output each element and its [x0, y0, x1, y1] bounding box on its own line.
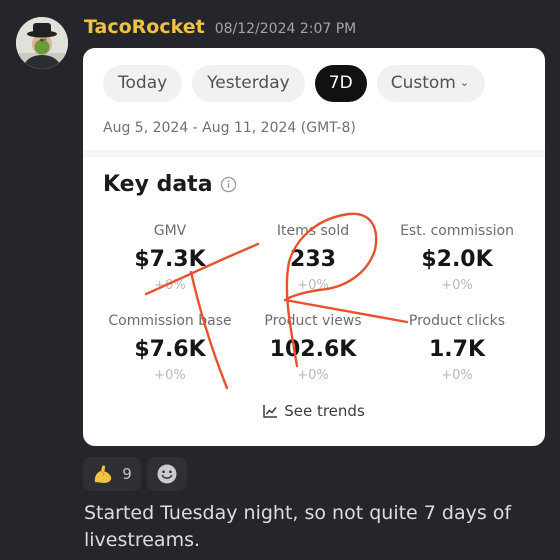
section-divider	[83, 150, 545, 157]
avatar[interactable]	[16, 17, 68, 69]
reaction-count: 9	[122, 465, 132, 483]
metric-items-sold[interactable]: Items sold 233 +0%	[248, 223, 378, 293]
metric-label: Product views	[264, 313, 362, 329]
add-reaction-button[interactable]	[147, 457, 187, 491]
metric-change: +0%	[154, 368, 186, 383]
metric-value: 102.6K	[269, 337, 357, 362]
info-icon[interactable]	[220, 176, 237, 193]
smiley-icon	[157, 464, 177, 484]
timestamp: 08/12/2024 2:07 PM	[214, 21, 357, 37]
metric-gmv[interactable]: GMV $7.3K +0%	[105, 223, 235, 293]
metric-change: +0%	[441, 278, 473, 293]
message-text: Started Tuesday night, so not quite 7 da…	[84, 502, 512, 551]
metric-value: 233	[290, 247, 336, 272]
metric-change: +0%	[297, 278, 329, 293]
reactions-bar: 9	[83, 457, 187, 491]
discord-message: TacoRocket 08/12/2024 2:07 PM Today Yest…	[0, 0, 560, 560]
section-title: Key data	[103, 172, 237, 197]
flexed-biceps-icon	[95, 465, 112, 483]
metric-label: Est. commission	[400, 223, 514, 239]
see-trends-link[interactable]: See trends	[83, 402, 545, 420]
see-trends-label: See trends	[284, 402, 365, 420]
metric-change: +0%	[297, 368, 329, 383]
metric-commission-base[interactable]: Commission base $7.6K +0%	[105, 313, 235, 383]
date-tabs: Today Yesterday 7D Custom ⌄	[103, 65, 486, 102]
tab-7d[interactable]: 7D	[314, 65, 367, 102]
metric-change: +0%	[154, 278, 186, 293]
metric-value: $7.6K	[134, 337, 206, 362]
metric-value: $7.3K	[134, 247, 206, 272]
metric-product-clicks[interactable]: Product clicks 1.7K +0%	[392, 313, 522, 383]
tab-custom[interactable]: Custom ⌄	[376, 65, 486, 102]
tab-custom-label: Custom	[390, 73, 456, 93]
tab-today[interactable]: Today	[103, 65, 183, 102]
metric-product-views[interactable]: Product views 102.6K +0%	[248, 313, 378, 383]
trend-chart-icon	[263, 405, 278, 418]
date-range: Aug 5, 2024 - Aug 11, 2024 (GMT-8)	[103, 120, 356, 136]
metric-est-commission[interactable]: Est. commission $2.0K +0%	[392, 223, 522, 293]
metric-value: $2.0K	[421, 247, 493, 272]
metric-label: GMV	[153, 223, 187, 239]
avatar-image	[16, 17, 68, 69]
reaction-flexed-biceps[interactable]: 9	[83, 457, 141, 491]
metric-label: Commission base	[108, 313, 232, 329]
metric-label: Product clicks	[408, 313, 506, 329]
section-title-text: Key data	[103, 172, 213, 197]
username[interactable]: TacoRocket	[84, 16, 205, 38]
message-header: TacoRocket 08/12/2024 2:07 PM	[84, 16, 356, 44]
chevron-down-icon: ⌄	[459, 76, 470, 89]
shared-screenshot-card[interactable]: Today Yesterday 7D Custom ⌄ Aug 5, 2024 -…	[83, 48, 545, 446]
metric-value: 1.7K	[428, 337, 486, 362]
metric-label: Items sold	[276, 223, 350, 239]
tab-yesterday[interactable]: Yesterday	[192, 65, 305, 102]
metric-change: +0%	[441, 368, 473, 383]
